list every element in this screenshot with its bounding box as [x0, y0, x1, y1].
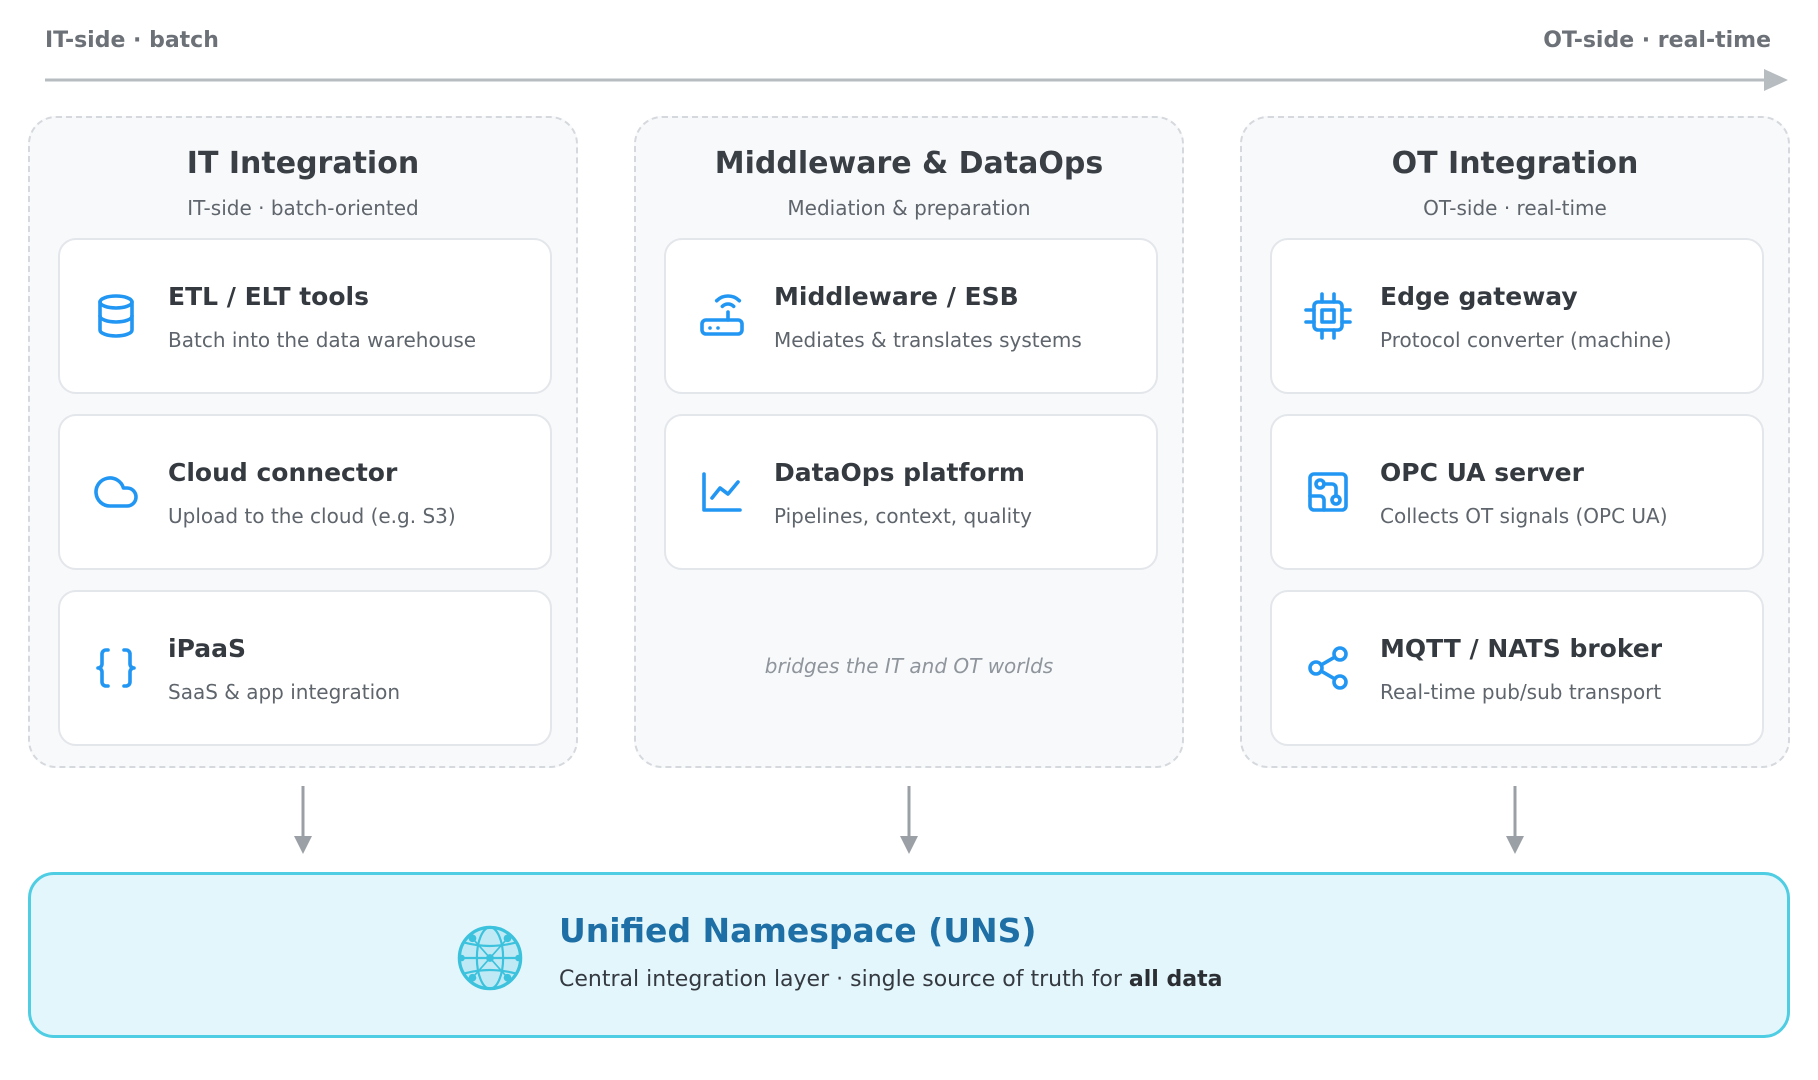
card-title: ETL / ELT tools	[168, 282, 369, 311]
card-description: Mediates & translates systems	[774, 328, 1082, 352]
card-description: Pipelines, context, quality	[774, 504, 1032, 528]
chip-icon	[1304, 292, 1352, 340]
database-icon	[92, 292, 140, 340]
circuit-board-icon	[1304, 468, 1352, 516]
card-dataops-platform: DataOps platform Pipelines, context, qua…	[664, 414, 1158, 570]
card-description: Real-time pub/sub transport	[1380, 680, 1662, 704]
down-arrow-it	[294, 786, 312, 854]
globe-network-icon	[457, 925, 523, 991]
column-subtitle: IT-side · batch-oriented	[187, 196, 419, 220]
card-edge-gateway: Edge gateway Protocol converter (machine…	[1270, 238, 1764, 394]
card-title: Cloud connector	[168, 458, 398, 487]
card-ipaas: iPaaS SaaS & app integration	[58, 590, 552, 746]
card-middleware-esb: Middleware / ESB Mediates & translates s…	[664, 238, 1158, 394]
ot-integration-column: OT Integration OT-side · real-time Edge …	[1240, 116, 1790, 768]
line-chart-icon	[698, 468, 746, 516]
card-description: Batch into the data warehouse	[168, 328, 477, 352]
column-subtitle: OT-side · real-time	[1423, 196, 1607, 220]
axis-label-it-batch: IT-side · batch	[45, 28, 219, 53]
card-title: Middleware / ESB	[774, 282, 1019, 311]
card-etl-elt-tools: ETL / ELT tools Batch into the data ware…	[58, 238, 552, 394]
column-title: OT Integration	[1391, 146, 1639, 181]
it-integration-column: IT Integration IT-side · batch-oriented …	[28, 116, 578, 768]
router-icon	[698, 292, 746, 340]
card-description: Upload to the cloud (e.g. S3)	[168, 504, 456, 528]
card-description: Protocol converter (machine)	[1380, 328, 1672, 352]
bridge-note: bridges the IT and OT worlds	[764, 654, 1054, 678]
card-cloud-connector: Cloud connector Upload to the cloud (e.g…	[58, 414, 552, 570]
down-arrow-middleware	[900, 786, 918, 854]
uns-description: Central integration layer · single sourc…	[559, 967, 1222, 992]
card-description: SaaS & app integration	[168, 680, 401, 704]
axis-label-ot-realtime: OT-side · real-time	[1543, 28, 1771, 53]
middleware-dataops-column: Middleware & DataOps Mediation & prepara…	[634, 116, 1184, 768]
uns-description-emphasis: all data	[1128, 967, 1223, 992]
braces-icon	[92, 644, 140, 692]
uns-description-text: Central integration layer · single sourc…	[559, 967, 1129, 992]
cloud-icon	[92, 468, 140, 516]
card-description: Collects OT signals (OPC UA)	[1380, 504, 1668, 528]
card-title: iPaaS	[168, 634, 246, 663]
card-title: DataOps platform	[774, 458, 1025, 487]
unified-namespace-panel: Unified Namespace (UNS) Central integrat…	[28, 872, 1790, 1038]
column-subtitle: Mediation & preparation	[787, 196, 1031, 220]
it-to-ot-axis-arrow	[45, 69, 1788, 91]
uns-title: Unified Namespace (UNS)	[559, 911, 1037, 950]
card-title: Edge gateway	[1380, 282, 1578, 311]
share-nodes-icon	[1304, 644, 1352, 692]
card-mqtt-nats-broker: MQTT / NATS broker Real-time pub/sub tra…	[1270, 590, 1764, 746]
down-arrow-ot	[1506, 786, 1524, 854]
column-title: IT Integration	[186, 146, 420, 181]
card-opc-ua-server: OPC UA server Collects OT signals (OPC U…	[1270, 414, 1764, 570]
card-title: OPC UA server	[1380, 458, 1584, 487]
card-title: MQTT / NATS broker	[1380, 634, 1663, 663]
column-title: Middleware & DataOps	[714, 146, 1104, 181]
